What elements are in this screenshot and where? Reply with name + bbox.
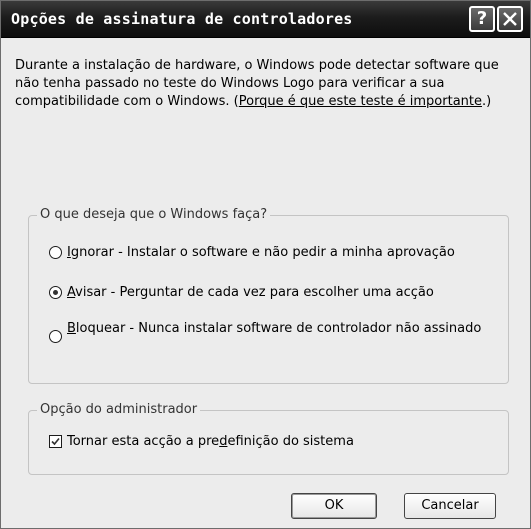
close-icon bbox=[503, 12, 517, 26]
help-icon: ? bbox=[476, 8, 488, 29]
windows-action-group: O que deseja que o Windows faça? Ignorar… bbox=[28, 207, 509, 384]
why-test-important-link[interactable]: Porque é que este teste é importante bbox=[239, 94, 482, 109]
title-bar[interactable]: Opções de assinatura de controladores ? bbox=[1, 1, 530, 38]
radio-block[interactable] bbox=[49, 330, 62, 343]
description-text: Durante a instalação de hardware, o Wind… bbox=[15, 58, 499, 109]
dialog-title: Opções de assinatura de controladores bbox=[11, 10, 353, 28]
driver-signing-dialog: Opções de assinatura de controladores ? … bbox=[0, 0, 531, 529]
group-legend: O que deseja que o Windows faça? bbox=[37, 207, 271, 222]
option-ignore[interactable]: Ignorar - Instalar o software e não pedi… bbox=[49, 244, 455, 261]
checkmark-icon bbox=[51, 437, 60, 446]
administrator-option-group: Opção do administrador Tornar esta acção… bbox=[28, 402, 509, 475]
cancel-button[interactable]: Cancelar bbox=[404, 493, 496, 519]
radio-warn[interactable] bbox=[49, 286, 62, 299]
help-button[interactable]: ? bbox=[469, 6, 495, 32]
group-legend: Opção do administrador bbox=[37, 402, 201, 417]
system-default-option[interactable]: Tornar esta acção a predefinição do sist… bbox=[49, 433, 354, 450]
option-warn[interactable]: Avisar - Perguntar de cada vez para esco… bbox=[49, 284, 434, 301]
system-default-checkbox[interactable] bbox=[49, 435, 62, 448]
option-block[interactable]: Bloquear - Nunca instalar software de co… bbox=[49, 320, 489, 343]
close-button[interactable] bbox=[497, 6, 523, 32]
ok-button[interactable]: OK bbox=[291, 493, 377, 519]
radio-ignore[interactable] bbox=[49, 246, 62, 259]
